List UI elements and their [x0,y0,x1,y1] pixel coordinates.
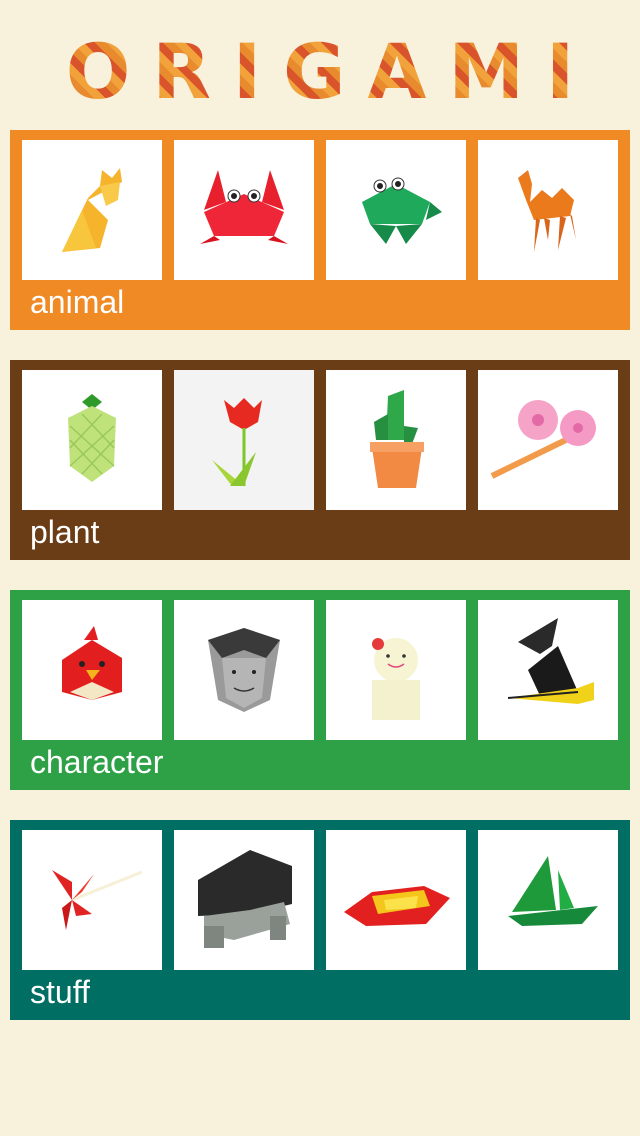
witch-icon[interactable] [478,600,618,740]
boat-icon[interactable] [326,830,466,970]
category-label: character [30,744,164,780]
category-stuff[interactable]: stuff [10,820,630,1020]
category-label: animal [30,284,125,320]
chair-icon[interactable] [174,830,314,970]
category-character[interactable]: character [10,590,630,790]
dracula-icon[interactable] [174,600,314,740]
category-label: plant [30,514,100,550]
frog-icon[interactable] [326,140,466,280]
angry-bird-icon[interactable] [22,600,162,740]
category-label: stuff [30,974,90,1010]
pineapple-icon[interactable] [22,370,162,510]
tulip-icon[interactable] [174,370,314,510]
category-animal[interactable]: animal [10,130,630,330]
app-logo: ORIGAMI [0,27,640,116]
app-title: ORIGAMI [44,27,597,116]
sailboat-icon[interactable] [478,830,618,970]
crab-icon[interactable] [174,140,314,280]
category-plant[interactable]: plant [10,360,630,560]
morning-glory-icon[interactable] [478,370,618,510]
cactus-icon[interactable] [326,370,466,510]
camel-icon[interactable] [478,140,618,280]
pinwheel-icon[interactable] [22,830,162,970]
doll-icon[interactable] [326,600,466,740]
cat-icon[interactable] [22,140,162,280]
